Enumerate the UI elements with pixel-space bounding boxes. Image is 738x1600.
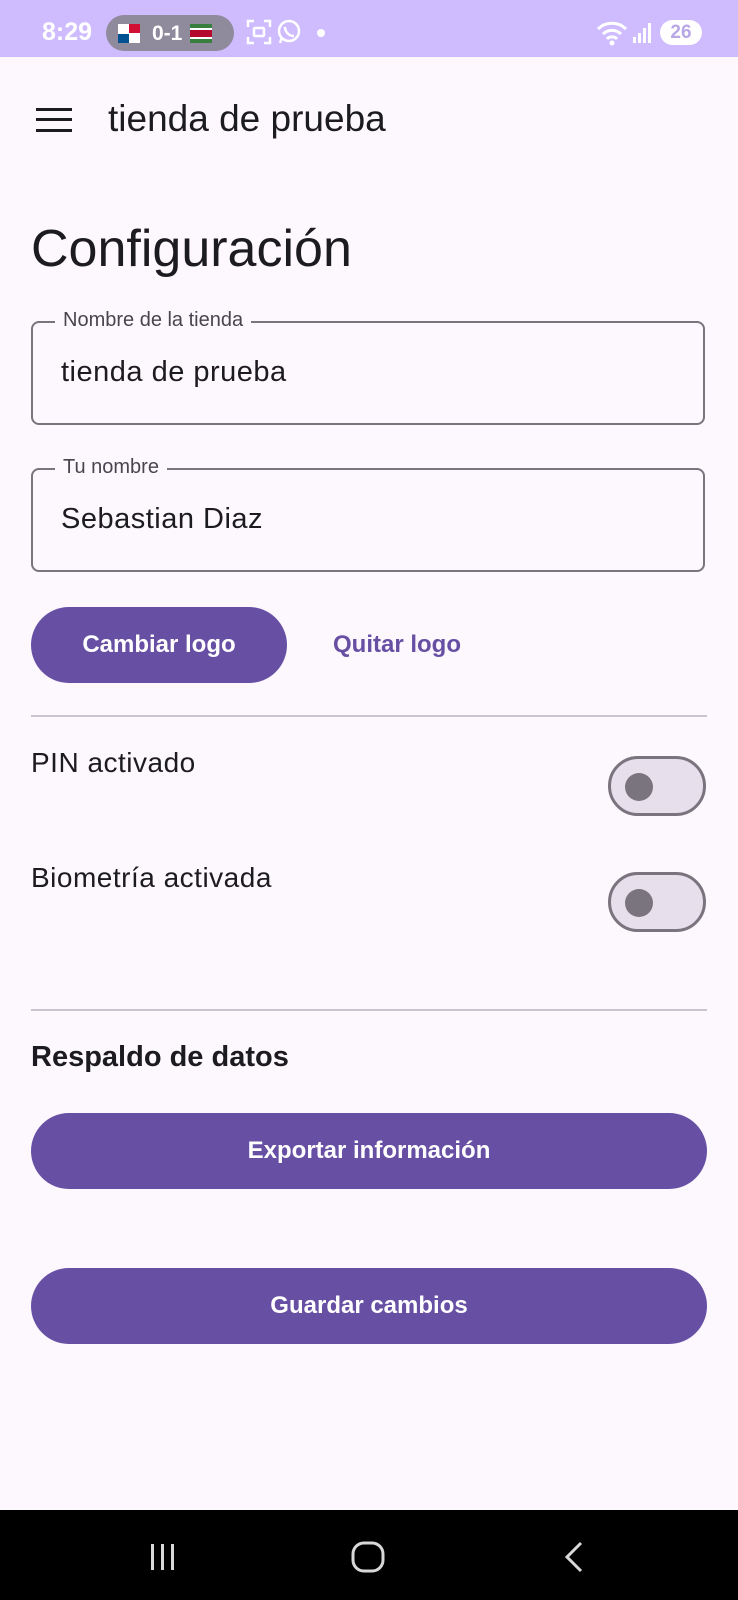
remove-logo-button[interactable]: Quitar logo	[333, 631, 461, 659]
biometrics-toggle-label: Biometría activada	[31, 862, 272, 893]
your-name-input[interactable]	[61, 503, 661, 536]
live-score-pill[interactable]: 0-1	[106, 15, 234, 51]
whatsapp-icon	[277, 19, 301, 44]
store-name-field[interactable]: Nombre de la tienda	[31, 309, 705, 425]
change-logo-button[interactable]: Cambiar logo	[31, 607, 287, 683]
signal-icon	[633, 23, 651, 43]
divider	[31, 1009, 707, 1011]
your-name-label: Tu nombre	[55, 456, 167, 479]
battery-icon: 26	[660, 20, 702, 45]
save-changes-button[interactable]: Guardar cambios	[31, 1268, 707, 1344]
switch-thumb	[625, 773, 653, 801]
suriname-flag-icon	[190, 24, 212, 43]
panama-flag-icon	[118, 24, 140, 43]
biometrics-toggle-switch[interactable]	[608, 872, 706, 932]
store-name-input[interactable]	[61, 356, 661, 389]
pin-toggle-label: PIN activado	[31, 747, 196, 778]
screenshot-icon	[246, 19, 272, 45]
divider	[31, 715, 707, 717]
page-title: Configuración	[31, 220, 352, 278]
backup-section-title: Respaldo de datos	[31, 1041, 289, 1073]
pin-toggle-switch[interactable]	[608, 756, 706, 816]
recents-icon[interactable]	[148, 1542, 178, 1572]
live-score: 0-1	[152, 22, 183, 45]
home-icon[interactable]	[350, 1540, 386, 1574]
store-name-label: Nombre de la tienda	[55, 309, 252, 332]
notification-dot-icon	[317, 29, 325, 37]
status-time: 8:29	[42, 18, 93, 46]
system-nav-bar	[0, 1510, 738, 1600]
your-name-field[interactable]: Tu nombre	[31, 456, 705, 572]
back-icon[interactable]	[562, 1540, 586, 1574]
status-bar: 8:29 0-1 26	[0, 0, 738, 57]
wifi-icon	[596, 21, 628, 46]
switch-thumb	[625, 889, 653, 917]
app-title: tienda de prueba	[108, 98, 386, 139]
menu-icon[interactable]	[36, 108, 72, 132]
export-data-button[interactable]: Exportar información	[31, 1113, 707, 1189]
